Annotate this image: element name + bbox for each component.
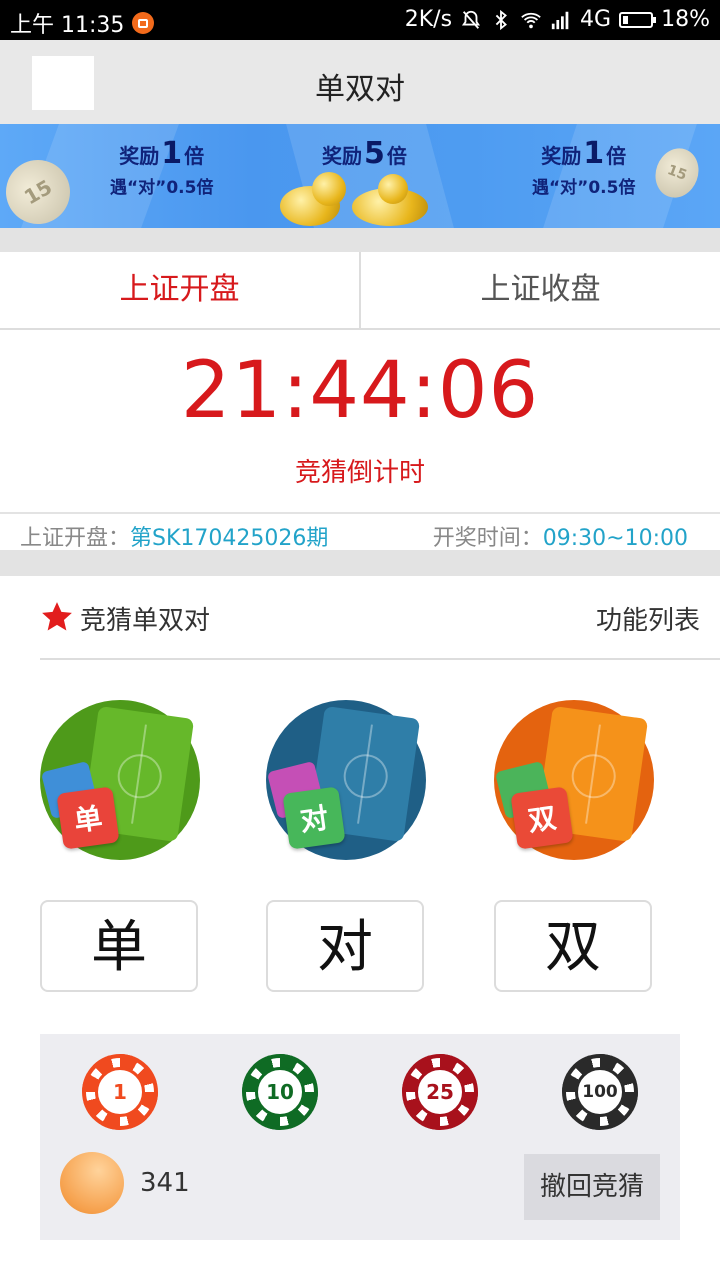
period-info: 上证开盘：第SK170425026期 开奖时间：09:30~10:00 — [0, 512, 720, 552]
reward-left: 奖励1 倍 遇“对”0.5倍 — [110, 136, 213, 198]
battery-icon — [619, 11, 657, 28]
even-card-icon: 双 — [510, 786, 574, 850]
even-option-icon[interactable]: 双 — [494, 700, 654, 860]
section-divider — [0, 228, 720, 252]
signal-icon — [551, 11, 569, 29]
status-left: 上午 11:35 — [10, 7, 155, 39]
tab-market-close[interactable]: 上证收盘 — [361, 252, 720, 328]
reward-center-suffix: 倍 — [386, 144, 407, 168]
chip-25-button[interactable]: 25 — [402, 1054, 478, 1130]
reward-left-multiplier: 1 — [161, 136, 183, 171]
chip-10-button[interactable]: 10 — [242, 1054, 318, 1130]
function-list-link[interactable]: 功能列表 — [596, 600, 700, 637]
draw-time: 09:30~10:00 — [542, 526, 688, 551]
bluetooth-icon — [495, 9, 508, 30]
reward-right-suffix: 倍 — [606, 144, 627, 168]
avatar — [60, 1152, 124, 1214]
battery-fill — [623, 15, 628, 24]
reward-center-multiplier: 5 — [364, 136, 385, 171]
coin-left-text: 15 — [19, 174, 57, 210]
gold-coin-icon — [312, 172, 346, 206]
network-type: 4G — [580, 7, 612, 32]
period-left: 上证开盘：第SK170425026期 — [20, 520, 328, 552]
reward-right-prefix: 奖励 — [541, 144, 582, 168]
pair-button[interactable]: 对 — [266, 900, 424, 992]
guess-header: 竞猜单双对 功能列表 — [40, 576, 720, 660]
chip-value: 10 — [255, 1067, 305, 1117]
wifi-icon — [521, 12, 541, 28]
draw-time-label: 开奖时间： — [432, 526, 543, 551]
gold-coin-icon — [378, 174, 408, 204]
star-icon — [42, 602, 72, 631]
section-divider — [0, 550, 720, 576]
reward-left-prefix: 奖励 — [119, 144, 160, 168]
odd-card-icon: 单 — [56, 786, 120, 850]
chip-panel: 1 10 25 100 341 撤回竞猜 — [40, 1034, 680, 1240]
reward-right-multiplier: 1 — [583, 136, 605, 171]
tab-market-open[interactable]: 上证开盘 — [0, 252, 361, 328]
chip-value: 25 — [415, 1067, 465, 1117]
period-id: 第SK170425026期 — [130, 526, 329, 551]
chip-value: 100 — [575, 1067, 625, 1117]
reward-left-note: 遇“对”0.5倍 — [110, 178, 214, 198]
battery-percent: 18% — [661, 7, 710, 32]
pair-option-icon[interactable]: 对 — [266, 700, 426, 860]
countdown-timer: 21:44:06 — [180, 346, 540, 436]
reward-right: 奖励1 倍 遇“对”0.5倍 — [532, 136, 635, 198]
withdraw-guess-button[interactable]: 撤回竞猜 — [524, 1154, 660, 1220]
page-title: 单双对 — [315, 72, 405, 107]
chip-value: 1 — [95, 1067, 145, 1117]
reward-left-suffix: 倍 — [184, 144, 205, 168]
promo-banner[interactable]: 15 15 奖励1 倍 遇“对”0.5倍 奖励5 倍 奖励1 倍 遇“对”0.5倍 — [0, 124, 720, 228]
reward-center: 奖励5 倍 — [322, 136, 407, 171]
pair-card-icon: 对 — [282, 786, 346, 850]
period-right: 开奖时间：09:30~10:00 — [433, 520, 688, 552]
period-market-label: 上证开盘： — [20, 526, 131, 551]
net-speed: 2K/s — [404, 7, 453, 32]
even-button[interactable]: 双 — [494, 900, 652, 992]
chip-1-button[interactable]: 1 — [82, 1054, 158, 1130]
odd-option-icon[interactable]: 单 — [40, 700, 200, 860]
market-tabs: 上证开盘 上证收盘 — [0, 252, 720, 330]
mute-bell-icon — [462, 10, 481, 29]
status-right: 2K/s 4G 18% — [405, 7, 710, 32]
reward-center-prefix: 奖励 — [322, 144, 362, 168]
screenshot-notification-icon — [132, 12, 155, 34]
odd-button[interactable]: 单 — [40, 900, 198, 992]
status-bar: 上午 11:35 2K/s 4G 18% — [0, 0, 720, 40]
chip-100-button[interactable]: 100 — [562, 1054, 638, 1130]
balance: 341 — [140, 1168, 190, 1198]
nav-bar: 单双对 — [0, 40, 720, 124]
reward-right-note: 遇“对”0.5倍 — [532, 178, 636, 198]
coin-right-text: 15 — [665, 162, 689, 184]
countdown-label: 竞猜倒计时 — [294, 458, 425, 488]
status-time: 上午 11:35 — [10, 13, 125, 38]
guess-title: 竞猜单双对 — [80, 606, 211, 636]
